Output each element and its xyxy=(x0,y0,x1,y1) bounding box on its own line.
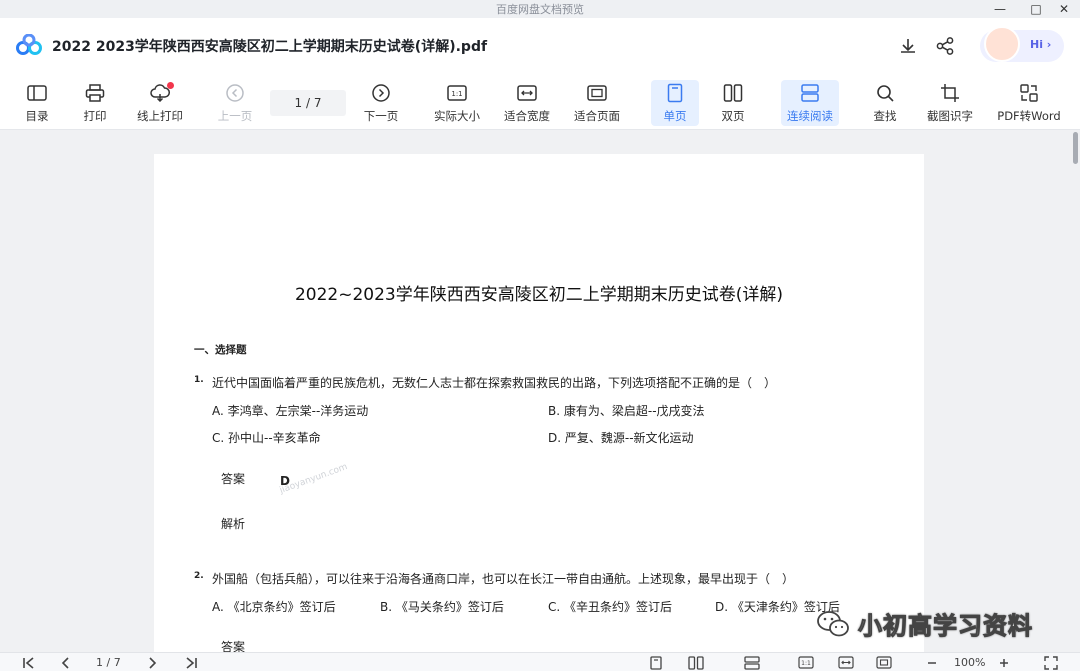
prev-page-icon[interactable] xyxy=(60,655,72,670)
actual-size-icon: 1:1 xyxy=(446,82,468,104)
share-icon[interactable] xyxy=(933,34,957,58)
toc-button[interactable]: 目录 xyxy=(16,80,58,126)
toc-icon xyxy=(26,82,48,104)
wechat-watermark: 小初高学习资料 xyxy=(816,606,1033,641)
option-a: A. 《北京条约》签订后 xyxy=(212,600,336,614)
single-page-button[interactable]: 单页 xyxy=(651,80,699,126)
os-title-bar: 百度网盘文档预览 — □ ✕ xyxy=(0,0,1080,18)
actual-size-icon[interactable]: 1:1 xyxy=(798,655,814,670)
close-button[interactable]: ✕ xyxy=(1050,0,1078,18)
option-c: C. 《辛丑条约》签订后 xyxy=(548,600,673,614)
fit-page-button[interactable]: 适合页面 xyxy=(570,80,624,126)
search-icon xyxy=(874,82,896,104)
online-print-button[interactable]: 线上打印 xyxy=(132,80,188,126)
wechat-label: 小初高学习资料 xyxy=(858,612,1033,641)
app-header: 2022 2023学年陕西西安高陵区初二上学期期末历史试卷(详解).pdf Hi… xyxy=(0,18,1080,74)
prev-page-button[interactable]: 上一页 xyxy=(212,80,258,126)
ocr-button[interactable]: 截图识字 xyxy=(922,80,978,126)
analysis-label: 解析 xyxy=(221,517,246,531)
option-c: C. 孙中山--辛亥革命 xyxy=(212,431,321,445)
crop-icon xyxy=(939,82,961,104)
svg-text:1:1: 1:1 xyxy=(801,660,811,667)
question-text: 外国船（包括兵船），可以往来于沿海各通商口岸，也可以在长江一带自由通航。上述现象… xyxy=(212,572,795,586)
option-b: B. 《马关条约》签订后 xyxy=(380,600,504,614)
question-text: 近代中国面临着严重的民族危机，无数仁人志士都在探索救国救民的出路，下列选项搭配不… xyxy=(212,376,777,390)
fit-width-icon xyxy=(516,82,538,104)
option-d: D. 严复、魏源--新文化运动 xyxy=(548,431,694,445)
option-a: A. 李鸿章、左宗棠--洋务运动 xyxy=(212,404,369,418)
next-page-icon[interactable] xyxy=(146,655,158,670)
baidu-netdisk-logo-icon xyxy=(16,34,42,55)
fit-width-icon[interactable] xyxy=(838,655,854,670)
pdf-to-word-button[interactable]: PDF转Word xyxy=(994,80,1064,126)
continuous-reading-icon[interactable] xyxy=(744,655,760,670)
minimize-button[interactable]: — xyxy=(986,0,1014,18)
fullscreen-icon[interactable] xyxy=(1044,655,1058,670)
find-button[interactable]: 查找 xyxy=(864,80,906,126)
notification-dot xyxy=(167,82,174,89)
double-page-icon xyxy=(722,82,744,104)
double-page-icon[interactable] xyxy=(688,655,704,670)
question-number: 2. xyxy=(194,571,204,581)
bottom-page-indicator[interactable]: 1 / 7 xyxy=(96,656,121,669)
exam-title: 2022~2023学年陕西西安高陵区初二上学期期末历史试卷(详解) xyxy=(294,285,784,305)
toolbar: 目录 打印 线上打印 上一页 下一页 1:1 实际大小 适合宽度 适合页面 单页… xyxy=(0,74,1080,130)
chevron-left-circle-icon xyxy=(224,82,246,104)
convert-icon xyxy=(1018,82,1040,104)
zoom-out-icon[interactable] xyxy=(926,655,938,670)
next-page-button[interactable]: 下一页 xyxy=(358,80,404,126)
last-page-icon[interactable] xyxy=(184,655,198,670)
zoom-level[interactable]: 100% xyxy=(954,656,985,669)
single-page-icon xyxy=(664,82,686,104)
continuous-reading-button[interactable]: 连续阅读 xyxy=(781,80,839,126)
single-page-icon[interactable] xyxy=(650,655,662,670)
download-icon[interactable] xyxy=(896,34,920,58)
window-title: 百度网盘文档预览 xyxy=(496,3,584,16)
printer-icon xyxy=(84,82,106,104)
svg-text:1:1: 1:1 xyxy=(451,90,462,98)
fit-width-button[interactable]: 适合宽度 xyxy=(500,80,554,126)
fit-page-icon xyxy=(586,82,608,104)
zoom-in-icon[interactable] xyxy=(998,655,1010,670)
double-page-button[interactable]: 双页 xyxy=(712,80,754,126)
assistant-button[interactable]: Hi › xyxy=(980,26,1064,62)
first-page-icon[interactable] xyxy=(22,655,36,670)
maximize-button[interactable]: □ xyxy=(1022,0,1050,18)
vertical-scrollbar[interactable] xyxy=(1073,132,1078,164)
chevron-right-circle-icon xyxy=(370,82,392,104)
bottom-bar: 1 / 7 1:1 100% xyxy=(0,652,1080,671)
page-indicator[interactable]: 1 / 7 xyxy=(270,90,346,116)
wechat-icon xyxy=(817,610,849,636)
assistant-label: Hi › xyxy=(1030,38,1052,51)
question-number: 1. xyxy=(194,375,204,385)
document-title: 2022 2023学年陕西西安高陵区初二上学期期末历史试卷(详解).pdf xyxy=(52,39,488,55)
fit-page-icon[interactable] xyxy=(876,655,892,670)
assistant-avatar xyxy=(984,26,1020,62)
print-button[interactable]: 打印 xyxy=(74,80,116,126)
answer-label: 答案 xyxy=(221,472,246,486)
continuous-reading-icon xyxy=(799,82,821,104)
actual-size-button[interactable]: 1:1 实际大小 xyxy=(430,80,484,126)
option-b: B. 康有为、梁启超--戊戌变法 xyxy=(548,404,705,418)
section-heading: 一、选择题 xyxy=(194,344,247,356)
document-page: 2022~2023学年陕西西安高陵区初二上学期期末历史试卷(详解) 一、选择题 … xyxy=(154,154,924,654)
